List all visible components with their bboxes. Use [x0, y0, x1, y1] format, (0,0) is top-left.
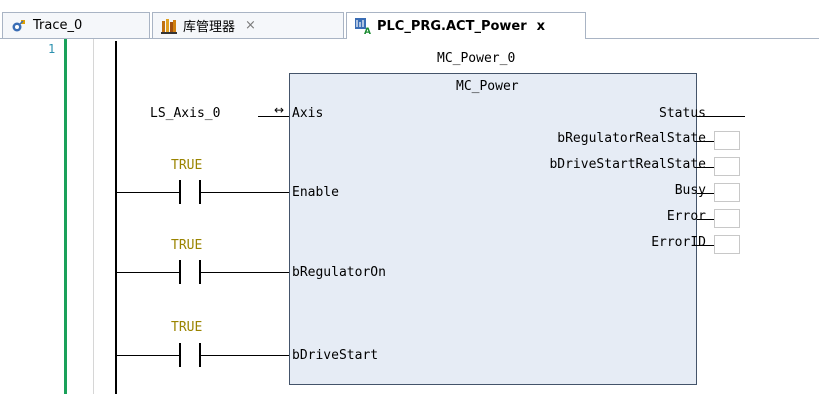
output-wire — [697, 245, 714, 246]
tab-library-manager[interactable]: 库管理器 × — [152, 12, 344, 38]
function-block-mc-power[interactable] — [289, 73, 697, 385]
gutter-separator — [93, 39, 94, 394]
ladder-action-icon: A — [355, 18, 371, 37]
block-type-label: MC_Power — [456, 79, 519, 94]
tab-plc-prg-act-power[interactable]: A PLC_PRG.ACT_Power x — [346, 12, 586, 39]
tab-label: PLC_PRG.ACT_Power — [377, 18, 527, 34]
contact-constant[interactable]: TRUE — [171, 320, 202, 335]
reference-arrow-icon: ↔ — [274, 103, 285, 117]
output-bdrivestartrealstate: bDriveStartRealState — [549, 157, 706, 172]
contact-constant[interactable]: TRUE — [171, 238, 202, 253]
gutter-change-marker — [64, 39, 67, 394]
rung-wire — [117, 355, 179, 356]
output-variable-box[interactable] — [714, 157, 740, 176]
rung-wire — [201, 192, 289, 193]
ladder-editor[interactable]: 1 MC_Power_0 MC_Power LS_Axis_0 ↔ Axis T… — [0, 39, 819, 394]
input-enable: Enable — [292, 185, 339, 200]
normally-open-contact[interactable] — [179, 343, 201, 367]
output-wire — [697, 219, 714, 220]
close-tab-icon[interactable]: x — [537, 19, 545, 34]
output-variable-box[interactable] — [714, 183, 740, 202]
network-number: 1 — [48, 42, 56, 56]
output-wire — [697, 116, 745, 117]
editor-tab-bar: Trace_0 库管理器 × A PLC_PRG.ACT_Power x — [0, 0, 819, 39]
output-variable-box[interactable] — [714, 131, 740, 150]
svg-text:A: A — [364, 27, 371, 34]
output-error: Error — [666, 209, 706, 224]
output-variable-box[interactable] — [714, 235, 740, 254]
close-tab-icon[interactable]: × — [245, 18, 256, 33]
output-status: Status — [659, 106, 706, 121]
input-axis: Axis — [292, 106, 324, 121]
instance-name[interactable]: MC_Power_0 — [437, 51, 515, 66]
tab-label: Trace_0 — [33, 18, 83, 33]
normally-open-contact[interactable] — [179, 260, 201, 284]
rung-wire — [201, 355, 289, 356]
output-wire — [697, 193, 714, 194]
contact-constant[interactable]: TRUE — [171, 158, 202, 173]
output-variable-box[interactable] — [714, 209, 740, 228]
output-bregulatorrealstate: bRegulatorRealState — [557, 131, 706, 146]
tab-trace[interactable]: Trace_0 — [2, 12, 150, 38]
axis-variable[interactable]: LS_Axis_0 — [150, 106, 220, 121]
input-bregulatoron: bRegulatorOn — [292, 265, 386, 280]
output-busy: Busy — [674, 183, 706, 198]
trace-icon — [11, 18, 27, 34]
output-wire — [697, 167, 714, 168]
rung-wire — [201, 272, 289, 273]
rung-wire — [117, 192, 179, 193]
rung-wire — [117, 272, 179, 273]
normally-open-contact[interactable] — [179, 180, 201, 204]
output-errorid: ErrorID — [651, 235, 706, 250]
output-wire — [697, 141, 714, 142]
tab-label: 库管理器 — [183, 20, 236, 35]
input-bdrivestart: bDriveStart — [292, 348, 379, 363]
library-manager-icon — [161, 18, 177, 34]
left-power-rail — [115, 41, 117, 394]
